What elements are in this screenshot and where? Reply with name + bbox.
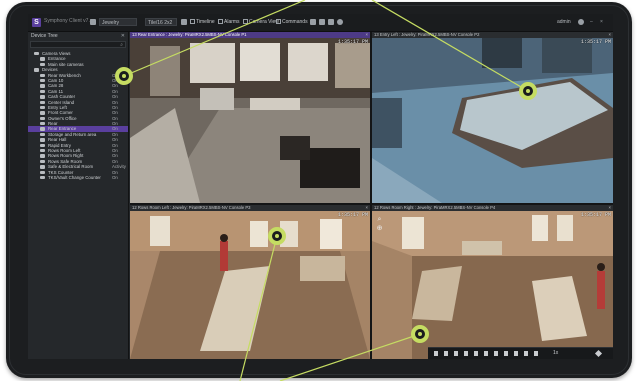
callout-marker [519,82,537,100]
callout-marker [115,67,133,85]
callout-marker [268,227,286,245]
callout-marker [411,325,429,343]
callout-lines [123,0,529,381]
